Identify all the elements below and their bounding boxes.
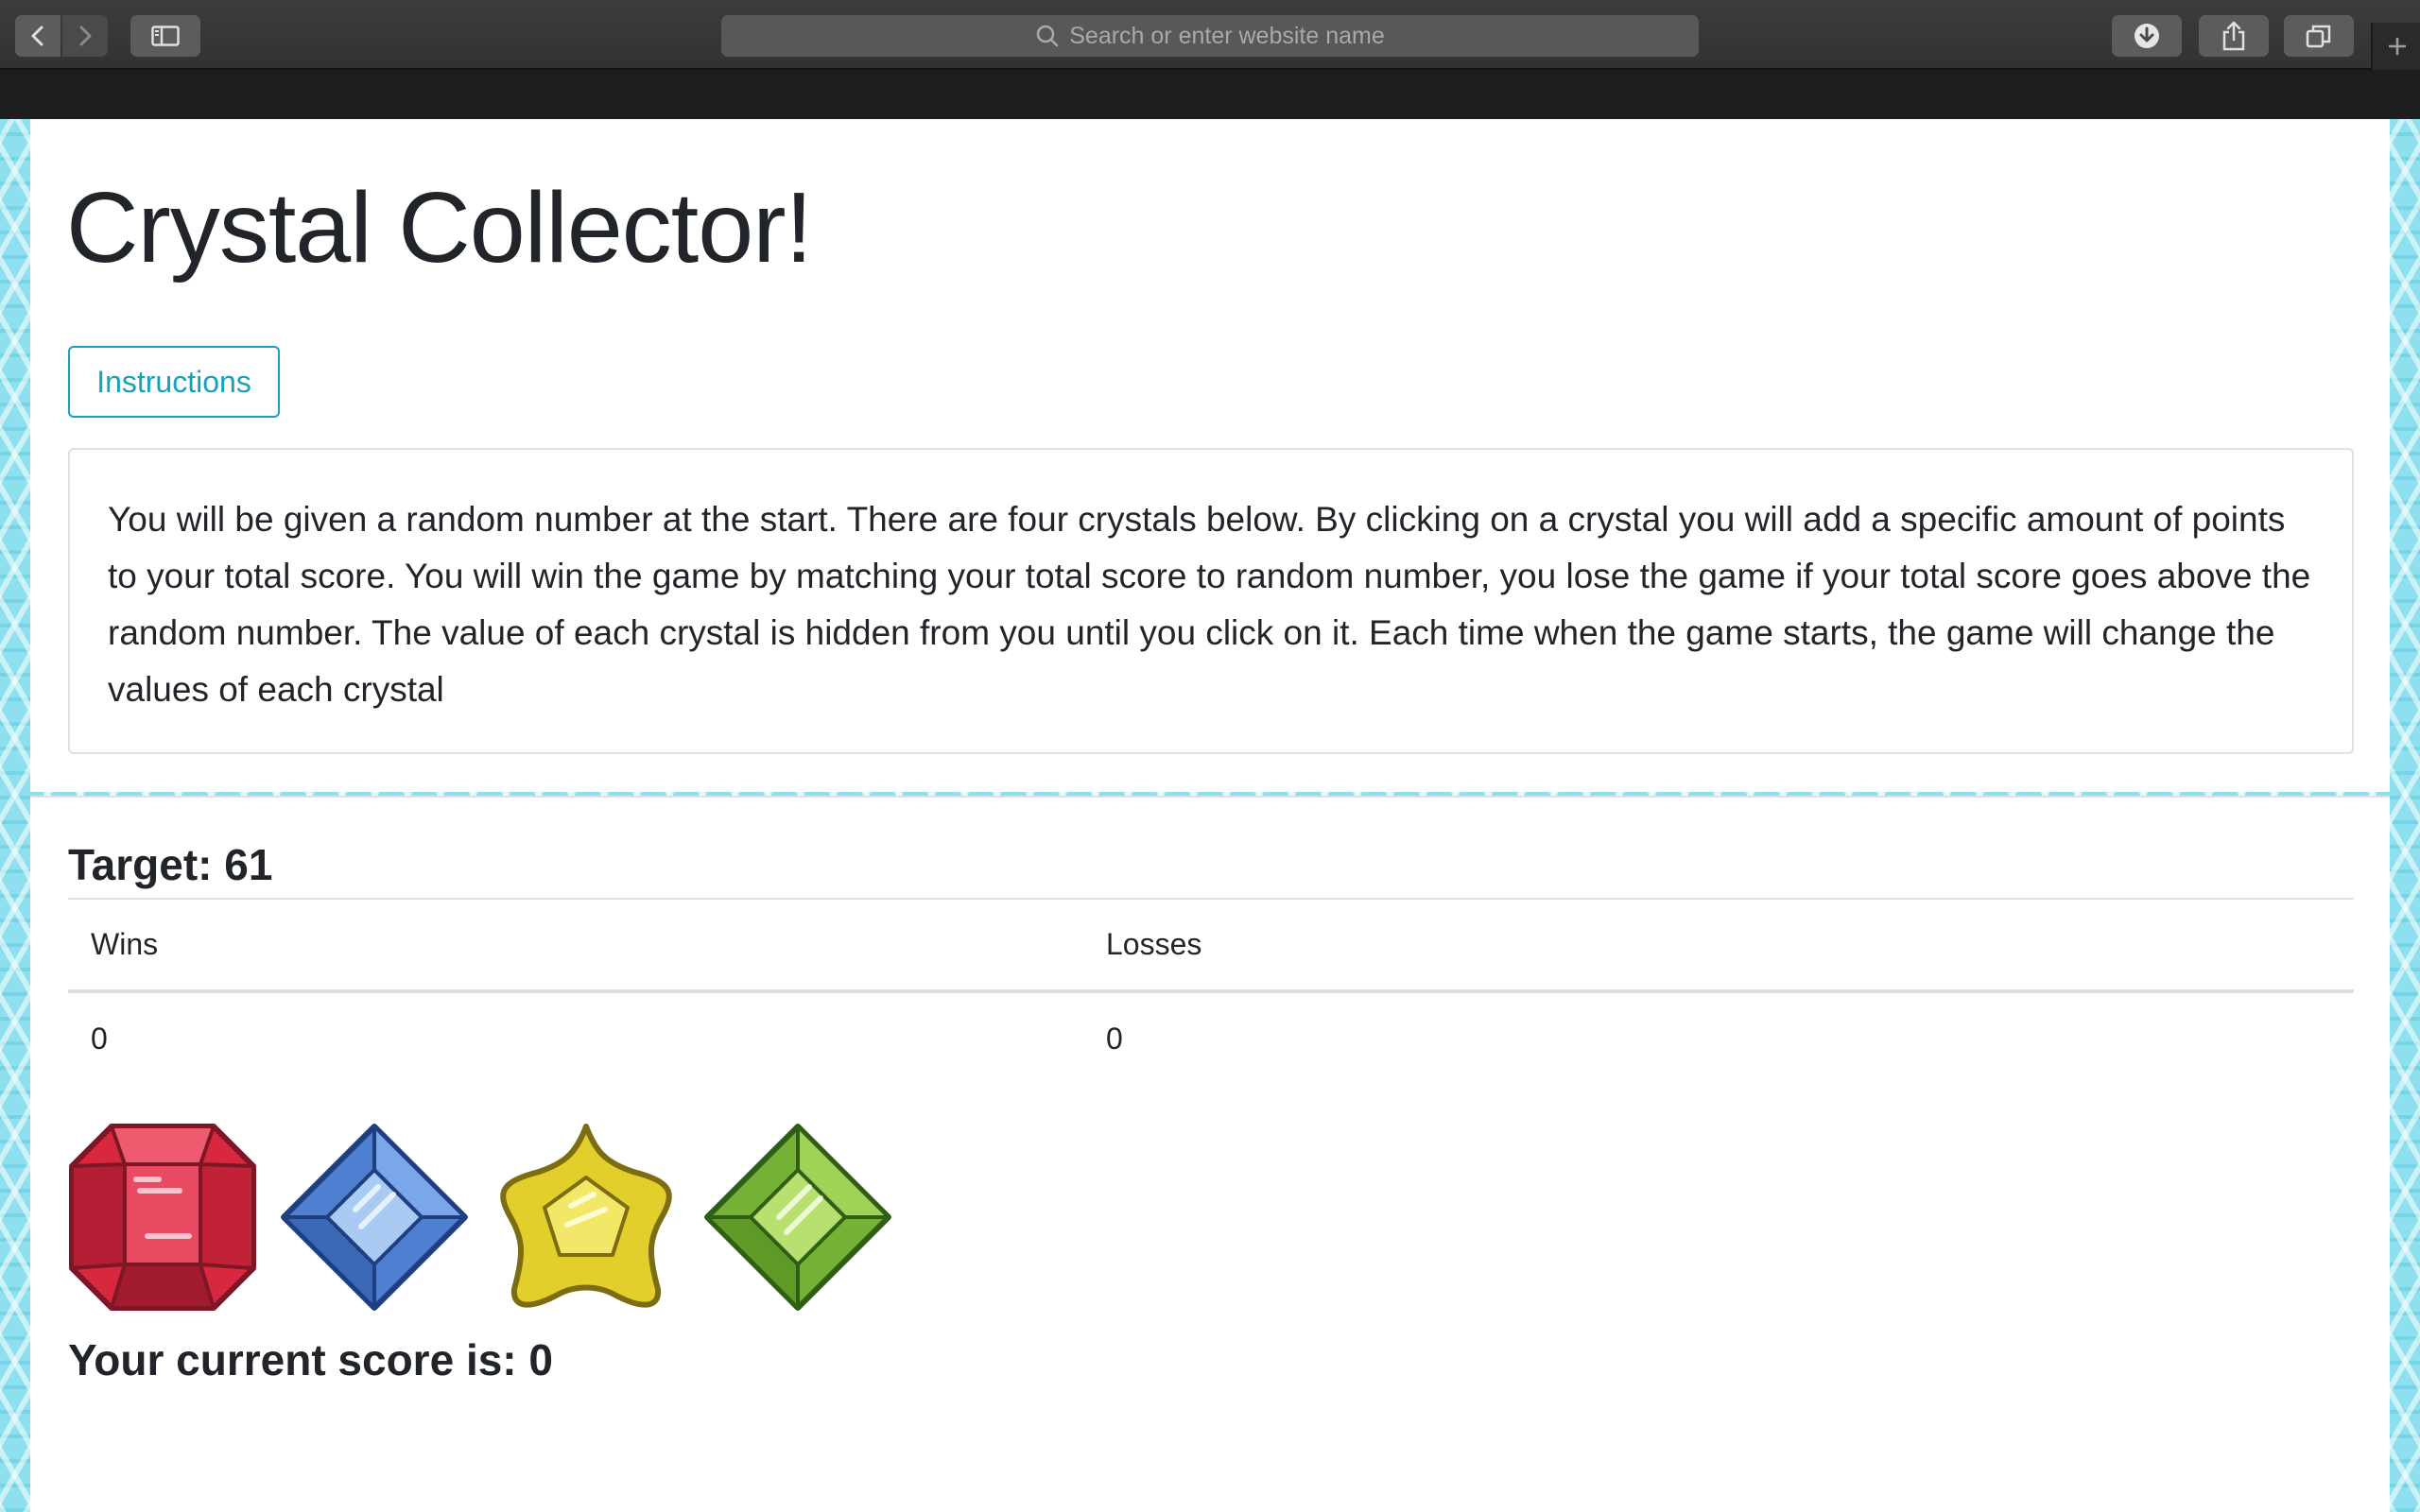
green-crystal-icon[interactable] — [703, 1123, 892, 1312]
share-icon — [2222, 21, 2245, 51]
page-viewport: Crystal Collector! Instructions You will… — [0, 119, 2420, 1512]
red-crystal-icon[interactable] — [68, 1123, 257, 1312]
chevron-right-icon — [79, 26, 92, 46]
new-tab-button[interactable] — [2371, 23, 2420, 70]
page-title: Crystal Collector! — [66, 172, 813, 284]
target-number: Target: 61 — [68, 840, 273, 889]
forward-button[interactable] — [62, 15, 108, 57]
search-icon — [1036, 25, 1059, 47]
chevron-left-icon — [31, 26, 43, 46]
losses-header: Losses — [1083, 898, 2354, 993]
instructions-panel: You will be given a random number at the… — [68, 448, 2354, 754]
table-header-row: Wins Losses — [68, 898, 2354, 993]
losses-count: 0 — [1106, 1021, 1123, 1056]
tab-strip — [0, 70, 2420, 119]
share-button[interactable] — [2199, 15, 2269, 57]
table-row: 0 0 — [68, 991, 2354, 1084]
address-bar[interactable]: Search or enter website name — [721, 15, 1699, 57]
score-table: Wins Losses 0 0 — [68, 898, 2354, 1084]
browser-toolbar: Search or enter website name — [0, 0, 2420, 70]
plus-icon — [2389, 38, 2406, 55]
blue-crystal-icon[interactable] — [280, 1123, 469, 1312]
tabs-icon — [2306, 25, 2331, 48]
tab-overview-button[interactable] — [2284, 15, 2354, 57]
wins-header: Wins — [68, 898, 1083, 993]
wins-count: 0 — [91, 1021, 108, 1056]
download-icon — [2135, 24, 2159, 48]
header-card: Crystal Collector! Instructions You will… — [30, 119, 2390, 792]
game-card: Target: 61 Wins Losses 0 0 Your current … — [30, 796, 2390, 1512]
instructions-button[interactable]: Instructions — [68, 346, 280, 418]
instructions-text: You will be given a random number at the… — [108, 500, 2311, 709]
address-placeholder: Search or enter website name — [1069, 22, 1385, 49]
downloads-button[interactable] — [2112, 15, 2182, 57]
sidebar-toggle-button[interactable] — [130, 15, 200, 57]
back-button[interactable] — [15, 15, 60, 57]
sidebar-icon — [151, 26, 180, 46]
current-score: Your current score is: 0 — [68, 1335, 553, 1384]
yellow-crystal-icon[interactable] — [492, 1123, 681, 1312]
